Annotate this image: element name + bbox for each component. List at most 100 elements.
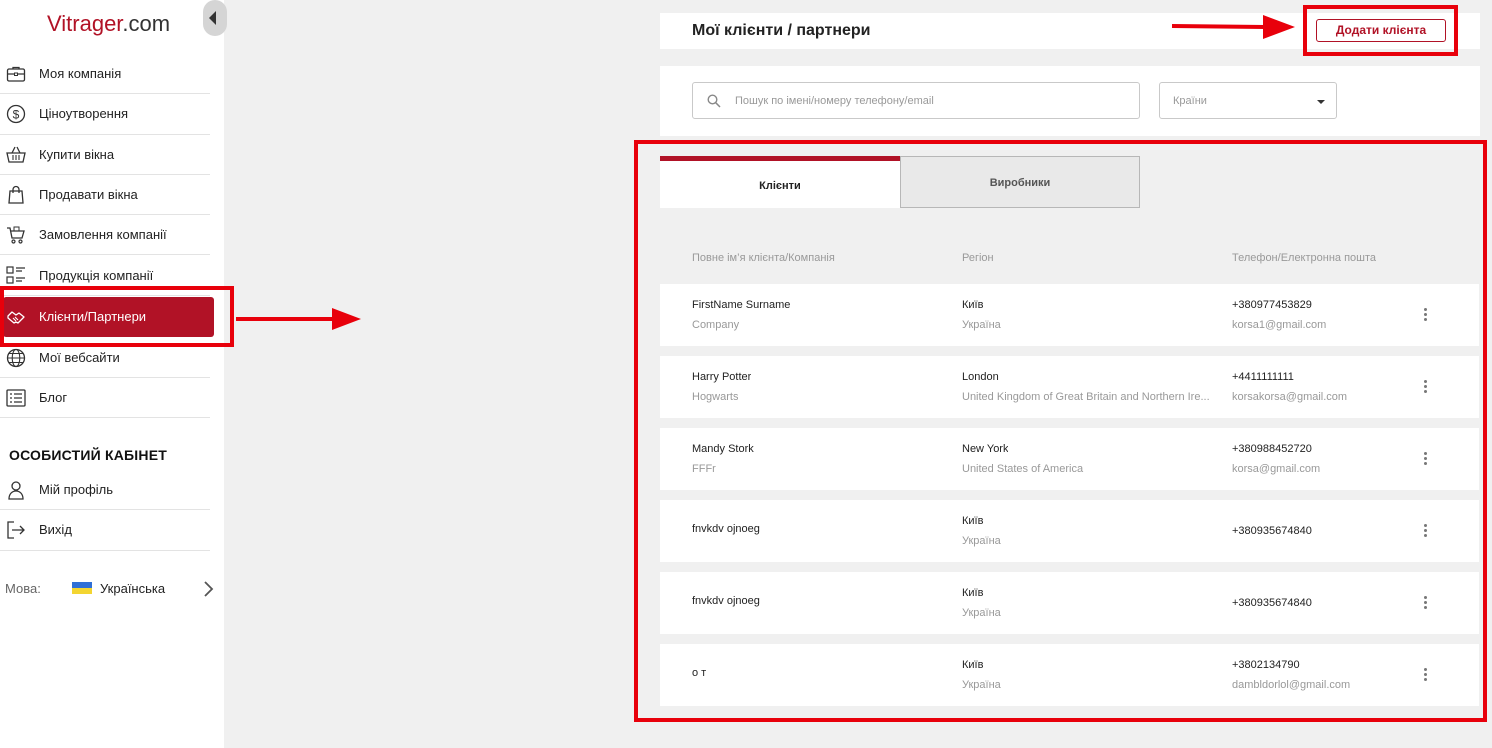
sidebar-item-company-products[interactable]: Продукція компанії xyxy=(0,255,210,296)
client-phone: +380977453829 xyxy=(1232,299,1312,311)
ukraine-flag-icon xyxy=(72,582,92,594)
logo[interactable]: Vitrager.com xyxy=(47,11,170,37)
language-selector[interactable]: Мова: Українська xyxy=(5,578,215,600)
client-phone: +380988452720 xyxy=(1232,443,1312,455)
sidebar-item-label: Замовлення компанії xyxy=(39,227,167,243)
client-city: London xyxy=(962,371,999,383)
briefcase-icon xyxy=(6,66,26,82)
client-company: FFFr xyxy=(692,463,716,475)
client-city: Київ xyxy=(962,587,984,599)
column-header-name: Повне ім’я клієнта/Компанія xyxy=(692,252,835,264)
client-city: Київ xyxy=(962,659,984,671)
sidebar-item-my-company[interactable]: Моя компанія xyxy=(0,54,210,95)
client-company: Company xyxy=(692,319,740,331)
sidebar-item-label: Мої вебсайти xyxy=(39,349,120,365)
main-menu: Моя компанія $ Ціноутворення Купити вікн… xyxy=(0,54,214,419)
language-label: Мова: xyxy=(5,581,41,596)
client-city: Київ xyxy=(962,515,984,527)
caret-down-icon xyxy=(1317,100,1325,104)
country-select[interactable]: Країни xyxy=(1159,82,1337,119)
search-placeholder: Пошук по імені/номеру телефону/email xyxy=(735,95,934,107)
client-company: Hogwarts xyxy=(692,391,739,403)
sidebar-item-blog[interactable]: Блог xyxy=(0,378,210,419)
sidebar-item-label: Блог xyxy=(39,390,68,406)
blog-list-icon xyxy=(6,389,26,407)
search-input[interactable]: Пошук по імені/номеру телефону/email xyxy=(692,82,1140,119)
page-header: Мої клієнти / партнери Додати клієнта xyxy=(660,13,1480,49)
handshake-icon xyxy=(7,311,25,324)
page-title: Мої клієнти / партнери xyxy=(692,22,871,39)
sidebar-item-buy-windows[interactable]: Купити вікна xyxy=(0,135,210,175)
table-row[interactable]: fnvkdv ojnoeg Київ Україна +380935674840 xyxy=(660,572,1479,634)
chevron-right-icon xyxy=(204,581,214,597)
client-email: korsakorsa@gmail.com xyxy=(1232,391,1348,403)
product-list-icon xyxy=(6,266,25,285)
search-icon xyxy=(707,94,721,108)
row-menu-icon[interactable] xyxy=(1423,524,1429,538)
client-email: dambldorlol@gmail.com xyxy=(1232,679,1351,691)
globe-icon xyxy=(6,348,26,367)
client-name: Mandy Stork xyxy=(692,443,754,455)
column-header-contact: Телефон/Електронна пошта xyxy=(1232,252,1377,264)
row-menu-icon[interactable] xyxy=(1423,668,1429,682)
sidebar-item-sell-windows[interactable]: Продавати вікна xyxy=(0,175,210,216)
logout-icon xyxy=(7,521,25,539)
sidebar-item-my-websites[interactable]: Мої вебсайти xyxy=(0,338,210,379)
client-phone: +380935674840 xyxy=(1232,597,1312,609)
language-value: Українська xyxy=(100,581,166,596)
shopping-bag-icon xyxy=(8,185,24,204)
sidebar-item-clients-partners[interactable]: Клієнти/Партнери xyxy=(3,296,214,337)
collapse-sidebar-button[interactable] xyxy=(203,0,227,36)
tab-clients[interactable]: Клієнти xyxy=(660,156,900,208)
sidebar-item-pricing[interactable]: $ Ціноутворення xyxy=(0,94,210,135)
client-country: Україна xyxy=(962,319,1001,331)
sidebar-item-label: Ціноутворення xyxy=(39,106,129,122)
country-placeholder: Країни xyxy=(1173,95,1207,107)
client-name: fnvkdv ojnoeg xyxy=(692,595,760,607)
sidebar-item-label: Моя компанія xyxy=(39,66,122,82)
cart-icon xyxy=(7,226,25,244)
chevron-left-icon xyxy=(209,11,216,25)
basket-icon xyxy=(6,146,26,163)
table-row[interactable]: Harry Potter Hogwarts London United King… xyxy=(660,356,1479,418)
annotation-arrow-right-icon xyxy=(236,308,361,330)
sidebar-item-label: Мій профіль xyxy=(39,482,114,498)
client-country: Україна xyxy=(962,679,1001,691)
client-city: New York xyxy=(962,443,1009,455)
client-name: о т xyxy=(692,667,707,679)
client-name: FirstName Surname xyxy=(692,299,791,311)
client-email: korsa1@gmail.com xyxy=(1232,319,1327,331)
sidebar-item-company-orders[interactable]: Замовлення компанії xyxy=(0,215,210,256)
add-client-button[interactable]: Додати клієнта xyxy=(1316,19,1446,42)
client-country: Україна xyxy=(962,535,1001,547)
row-menu-icon[interactable] xyxy=(1423,308,1429,322)
table-row[interactable]: Mandy Stork FFFr New York United States … xyxy=(660,428,1479,490)
table-row[interactable]: о т Київ Україна +3802134790 dambldorlol… xyxy=(660,644,1479,706)
tab-manufacturers[interactable]: Виробники xyxy=(900,156,1140,208)
personal-menu: Мій профіль Вихід xyxy=(0,470,210,551)
client-country: Україна xyxy=(962,607,1001,619)
client-country: United Kingdom of Great Britain and Nort… xyxy=(962,391,1210,403)
filter-bar: Пошук по імені/номеру телефону/email Кра… xyxy=(660,66,1480,136)
client-phone: +380935674840 xyxy=(1232,525,1312,537)
table-row[interactable]: FirstName Surname Company Київ Україна +… xyxy=(660,284,1479,346)
sidebar-item-label: Продукція компанії xyxy=(39,267,154,283)
row-menu-icon[interactable] xyxy=(1423,380,1429,394)
row-menu-icon[interactable] xyxy=(1423,452,1429,466)
table-row[interactable]: fnvkdv ojnoeg Київ Україна +380935674840 xyxy=(660,500,1479,562)
sidebar-item-my-profile[interactable]: Мій профіль xyxy=(0,470,210,511)
client-phone: +3802134790 xyxy=(1232,659,1300,671)
client-name: fnvkdv ojnoeg xyxy=(692,523,760,535)
svg-text:$: $ xyxy=(13,108,20,122)
dollar-circle-icon: $ xyxy=(6,105,26,124)
sidebar-item-label: Продавати вікна xyxy=(39,187,138,203)
sidebar-item-label: Клієнти/Партнери xyxy=(39,309,147,325)
sidebar-item-logout[interactable]: Вихід xyxy=(0,510,210,551)
client-name: Harry Potter xyxy=(692,371,752,383)
row-menu-icon[interactable] xyxy=(1423,596,1429,610)
column-header-region: Регіон xyxy=(962,252,994,264)
client-country: United States of America xyxy=(962,463,1084,475)
client-email: korsa@gmail.com xyxy=(1232,463,1321,475)
client-phone: +4411111111 xyxy=(1232,371,1294,383)
client-city: Київ xyxy=(962,299,984,311)
